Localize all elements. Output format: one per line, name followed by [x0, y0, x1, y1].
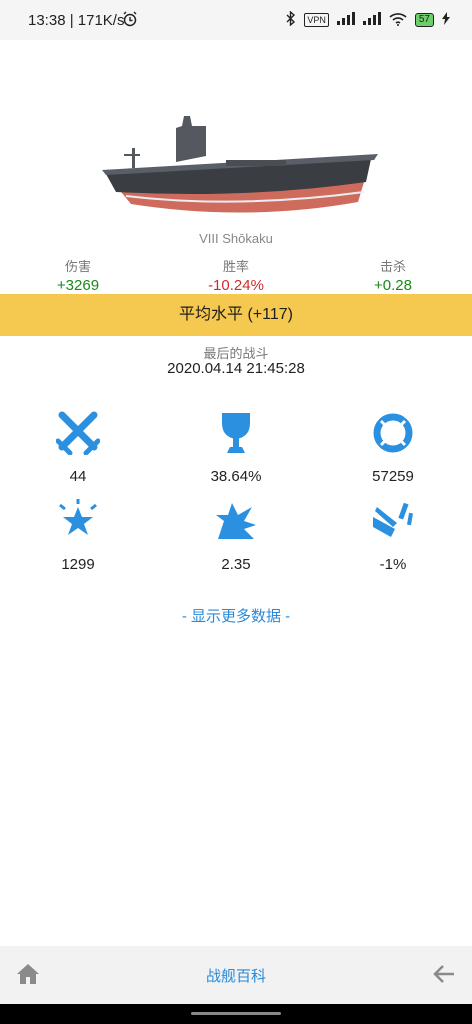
xp-value: 1299 [61, 556, 95, 573]
lifebuoy-icon [371, 411, 415, 455]
crossed-swords-icon [55, 411, 101, 456]
nav-title[interactable]: 战舰百科 [0, 965, 472, 986]
gesture-handle[interactable] [191, 1012, 281, 1015]
winrate-value: -10.24% [208, 277, 264, 294]
signal-icon-2 [362, 12, 381, 28]
ship-name: VIII Shōkaku [199, 231, 273, 246]
stat-battles: 44 [18, 411, 138, 485]
alarm-icon [122, 11, 138, 31]
signal-icon [336, 12, 355, 28]
last-battle-value: 2020.04.14 21:45:28 [167, 360, 305, 377]
battles-value: 44 [69, 468, 87, 485]
kills-delta: 击杀 +0.28 [333, 256, 453, 294]
stat-winrate: 38.64% [176, 411, 296, 485]
stat-deltas: 伤害 +3269 胜率 -10.24% 击杀 +0.28 [0, 256, 472, 294]
wifi-icon [389, 12, 407, 29]
bluetooth-icon [286, 10, 296, 29]
damage-value: +3269 [56, 277, 100, 294]
kills-value: +0.28 [374, 277, 412, 294]
winrate-delta: 胜率 -10.24% [176, 256, 296, 294]
ship-image [96, 104, 386, 229]
stat-kd: 2.35 [176, 499, 296, 573]
survived-value: 57259 [372, 468, 414, 485]
vpn-badge: VPN [304, 13, 329, 27]
star-burst-icon [56, 499, 100, 543]
bottom-nav: 战舰百科 [0, 946, 472, 1004]
charging-icon [442, 12, 450, 28]
explosion-icon [214, 499, 258, 543]
stat-hitrate: -1% [333, 499, 453, 573]
battery-icon: 57 [414, 13, 434, 27]
status-bar: 13:38 | 171K/s VPN 57 [0, 0, 472, 40]
system-gesture-bar [0, 1004, 472, 1024]
stat-survived: 57259 [333, 411, 453, 485]
hitrate-value: -1% [379, 556, 407, 573]
status-time: 13:38 | 171K/s [28, 12, 125, 29]
shrapnel-icon [371, 499, 415, 543]
performance-banner: 平均水平 (+117) [0, 294, 472, 336]
show-more-link[interactable]: - 显示更多数据 - [0, 605, 472, 626]
trophy-icon [214, 411, 258, 455]
stat-xp: 1299 [18, 499, 138, 573]
damage-label: 伤害 [64, 259, 91, 274]
damage-delta: 伤害 +3269 [18, 256, 138, 294]
winrate-label: 胜率 [222, 259, 249, 274]
winrate-total-value: 38.64% [210, 468, 262, 485]
back-arrow-icon[interactable] [432, 962, 456, 986]
kills-label: 击杀 [379, 259, 406, 274]
kd-value: 2.35 [221, 556, 251, 573]
